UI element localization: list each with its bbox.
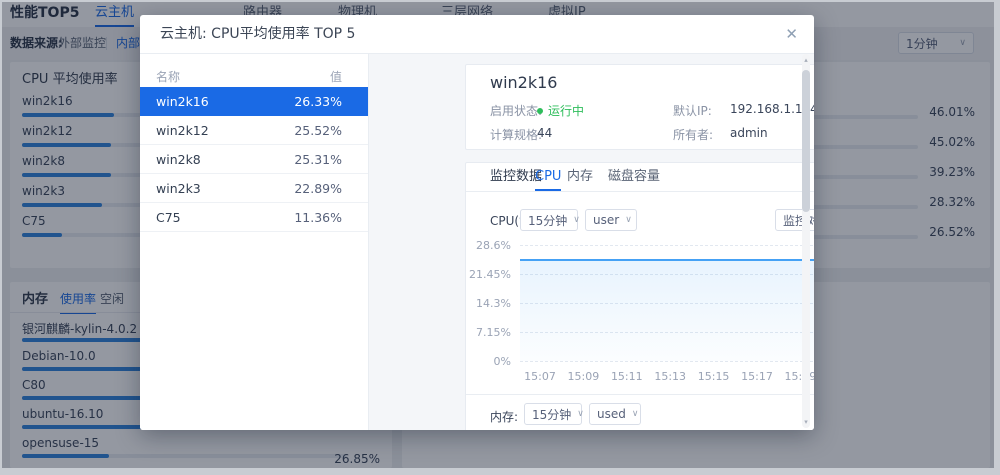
- row-value: 22.89%: [294, 174, 342, 203]
- chart-x-axis: 15:0715:0915:1115:1315:1515:1715:1915:21: [520, 370, 814, 384]
- x-tick-label: 15:07: [518, 370, 562, 383]
- cpu-period-select[interactable]: 15分钟 ∨: [520, 209, 578, 231]
- y-tick-label: 0%: [462, 355, 511, 368]
- row-value: 11.36%: [294, 203, 342, 232]
- x-tick-label: 15:15: [692, 370, 736, 383]
- chevron-down-icon: ∨: [632, 409, 639, 419]
- y-tick-label: 28.6%: [462, 239, 511, 252]
- monitor-tab-2[interactable]: 内存: [567, 163, 593, 189]
- scroll-up-icon[interactable]: ▴: [802, 55, 810, 65]
- mem-metric-select[interactable]: used ∨: [589, 403, 641, 425]
- modal-list-row[interactable]: win2k12 25.52%: [140, 116, 368, 145]
- row-value: 25.31%: [294, 145, 342, 174]
- x-tick-label: 15:09: [561, 370, 605, 383]
- close-icon[interactable]: ✕: [785, 15, 798, 53]
- field-value-text: admin: [730, 126, 768, 140]
- modal-list-row[interactable]: win2k16 26.33%: [140, 87, 368, 116]
- mem-metric-value: used: [597, 407, 626, 421]
- list-header-value: 值: [330, 68, 342, 85]
- vm-summary-card: win2k16 启用状态:运行中默认IP:192.168.1.174计算规格:4…: [465, 64, 814, 150]
- field-value-text: 44: [537, 126, 552, 140]
- divider: [466, 394, 814, 395]
- row-name: win2k12: [156, 116, 209, 145]
- chevron-down-icon: ∨: [573, 215, 580, 225]
- monitor-card: 监控数据 CPU内存磁盘容量 CPU(%): 15分钟 ∨ user ∨ 监控对…: [465, 162, 814, 430]
- scrollbar-thumb[interactable]: [802, 70, 810, 212]
- vm-name: win2k16: [490, 73, 557, 92]
- field-value: admin: [730, 126, 768, 140]
- gridline: [520, 361, 814, 362]
- y-tick-label: 21.45%: [462, 268, 511, 281]
- field-label: 所有者:: [673, 126, 713, 143]
- modal-title: 云主机: CPU平均使用率 TOP 5: [160, 15, 355, 53]
- field-label: 默认IP:: [673, 102, 712, 119]
- monitor-tab-1[interactable]: CPU: [535, 163, 561, 191]
- row-name: C75: [156, 203, 181, 232]
- row-value: 26.33%: [294, 87, 342, 116]
- modal-titlebar: 云主机: CPU平均使用率 TOP 5 ✕: [140, 15, 814, 54]
- mem-metric-label: 内存:: [490, 408, 518, 425]
- y-tick-label: 7.15%: [462, 326, 511, 339]
- row-name: win2k8: [156, 145, 201, 174]
- chevron-down-icon: ∨: [577, 409, 584, 419]
- x-tick-label: 15:13: [648, 370, 692, 383]
- field-value-text: 运行中: [548, 104, 584, 118]
- cpu-metric-value: user: [593, 213, 619, 227]
- field-label: 计算规格:: [490, 126, 542, 143]
- cpu-top5-modal: 云主机: CPU平均使用率 TOP 5 ✕ 名称 值 win2k16 26.33%…: [140, 15, 814, 430]
- x-tick-label: 15:17: [735, 370, 779, 383]
- cpu-usage-area: [520, 259, 814, 361]
- cpu-usage-chart: [520, 245, 814, 361]
- modal-list-row[interactable]: win2k8 25.31%: [140, 145, 368, 174]
- row-value: 25.52%: [294, 116, 342, 145]
- status-dot-icon: [537, 108, 543, 114]
- list-header-name: 名称: [156, 68, 180, 85]
- scroll-down-icon[interactable]: ▾: [802, 417, 810, 427]
- dashboard-screen: 性能TOP5 云主机路由器物理机三层网络虚拟IP 数据来源: 外部监控内部监控 …: [0, 0, 1000, 475]
- y-tick-label: 14.3%: [462, 297, 511, 310]
- field-value: 运行中: [537, 102, 584, 119]
- chevron-down-icon: ∨: [625, 215, 632, 225]
- row-name: win2k16: [156, 87, 209, 116]
- field-label: 启用状态:: [490, 102, 542, 119]
- modal-list-row[interactable]: C75 11.36%: [140, 203, 368, 232]
- modal-scrollbar[interactable]: ▴ ▾: [802, 54, 810, 428]
- cpu-metric-select[interactable]: user ∨: [585, 209, 637, 231]
- modal-detail-pane: win2k16 启用状态:运行中默认IP:192.168.1.174计算规格:4…: [369, 54, 814, 430]
- chart-y-axis: 0%7.15%14.3%21.45%28.6%: [466, 245, 515, 361]
- list-header: 名称 值: [140, 68, 368, 84]
- modal-list-row[interactable]: win2k3 22.89%: [140, 174, 368, 203]
- field-value: 44: [537, 126, 552, 140]
- modal-host-list: 名称 值 win2k16 26.33% win2k12 25.52% win2k8 25.…: [140, 54, 369, 430]
- mem-period-value: 15分钟: [532, 406, 571, 423]
- row-name: win2k3: [156, 174, 201, 203]
- monitor-tab-3[interactable]: 磁盘容量: [608, 163, 660, 189]
- x-tick-label: 15:11: [605, 370, 649, 383]
- cpu-period-value: 15分钟: [528, 212, 567, 229]
- mem-period-select[interactable]: 15分钟 ∨: [524, 403, 582, 425]
- list-rows: win2k1626.33%win2k1225.52%win2k825.31%wi…: [140, 87, 368, 232]
- monitor-header: 监控数据 CPU内存磁盘容量: [466, 163, 814, 192]
